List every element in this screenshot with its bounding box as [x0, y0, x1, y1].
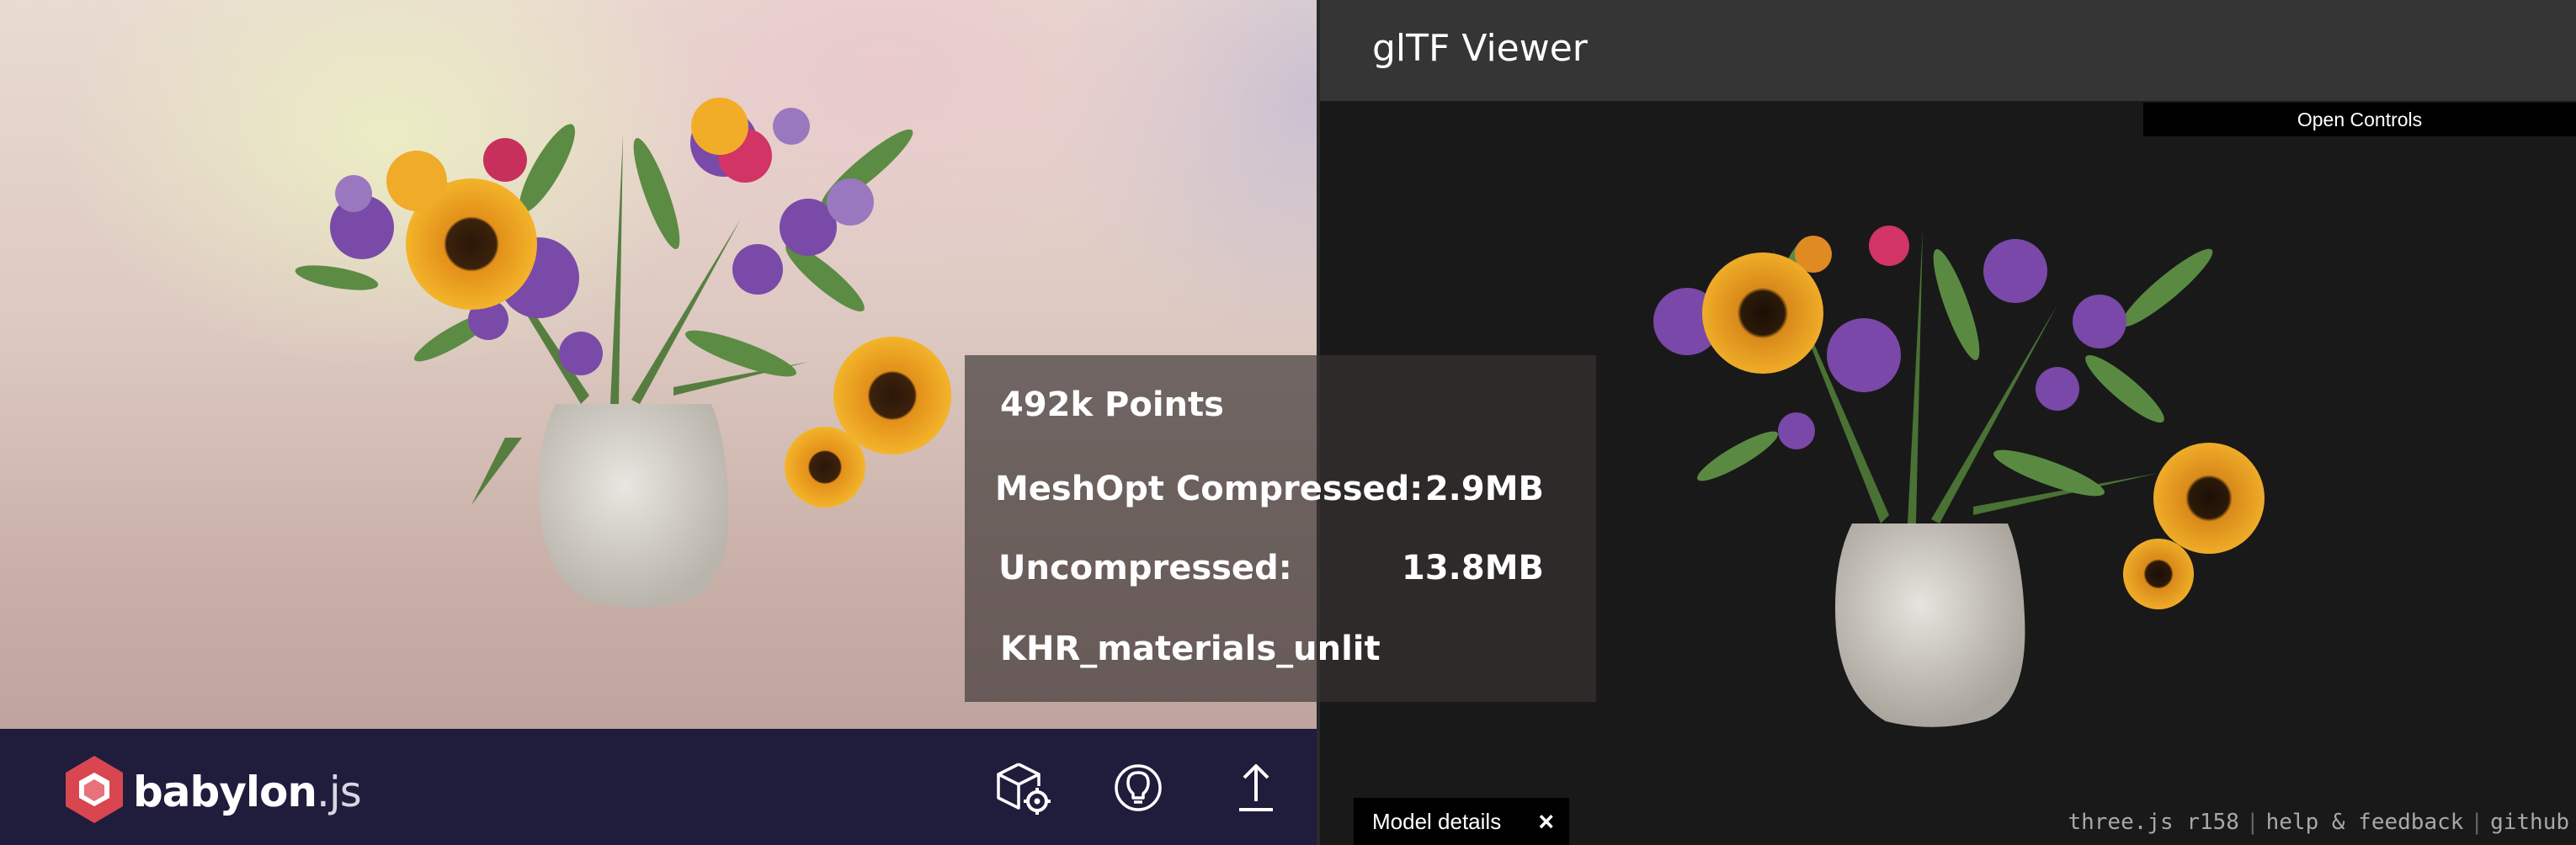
upload-button[interactable]	[1226, 757, 1286, 818]
open-controls-button[interactable]: Open Controls	[2143, 103, 2576, 136]
close-icon[interactable]: ×	[1538, 798, 1554, 845]
inspector-button[interactable]	[993, 757, 1054, 818]
hotspot-button[interactable]	[1108, 757, 1168, 818]
meshopt-label: MeshOpt Compressed:	[995, 470, 1424, 508]
upload-icon	[1239, 764, 1273, 811]
babylon-logo-text: babylon.js	[133, 768, 362, 816]
logo-text-light: .js	[317, 768, 362, 816]
github-link[interactable]: github	[2490, 810, 2569, 835]
lightbulb-icon	[1115, 764, 1162, 811]
version-link[interactable]: three.js r158	[2068, 810, 2239, 835]
meshopt-value: 2.9MB	[1424, 470, 1544, 508]
babylon-logo[interactable]: babylon.js	[62, 754, 382, 825]
uncompressed-value: 13.8MB	[1402, 549, 1544, 587]
flower-bouquet-model	[1653, 226, 2265, 727]
footer-links: three.js r158 | help & feedback | github	[2068, 810, 2569, 835]
model-details-tab[interactable]: Model details ×	[1354, 798, 1569, 845]
help-feedback-link[interactable]: help & feedback	[2266, 810, 2464, 835]
extension-label: KHR_materials_unlit	[1000, 630, 1381, 668]
footer-separator: |	[2245, 810, 2259, 835]
flower-bouquet-model	[295, 98, 951, 608]
model-details-label: Model details	[1372, 809, 1502, 834]
gltf-header: glTF Viewer	[1317, 0, 2576, 101]
uncompressed-label: Uncompressed:	[998, 549, 1292, 587]
cube-settings-icon	[997, 763, 1051, 815]
point-count: 492k Points	[1000, 385, 1224, 424]
logo-text-bold: babylon	[133, 768, 317, 816]
model-info-panel: 492k Points MeshOpt Compressed: 2.9MB Un…	[965, 355, 1596, 702]
footer-separator: |	[2470, 810, 2484, 835]
babylon-logo-icon	[66, 756, 123, 823]
page-title: glTF Viewer	[1372, 27, 1588, 70]
babylon-footer-bar: babylon.js	[0, 729, 1317, 845]
